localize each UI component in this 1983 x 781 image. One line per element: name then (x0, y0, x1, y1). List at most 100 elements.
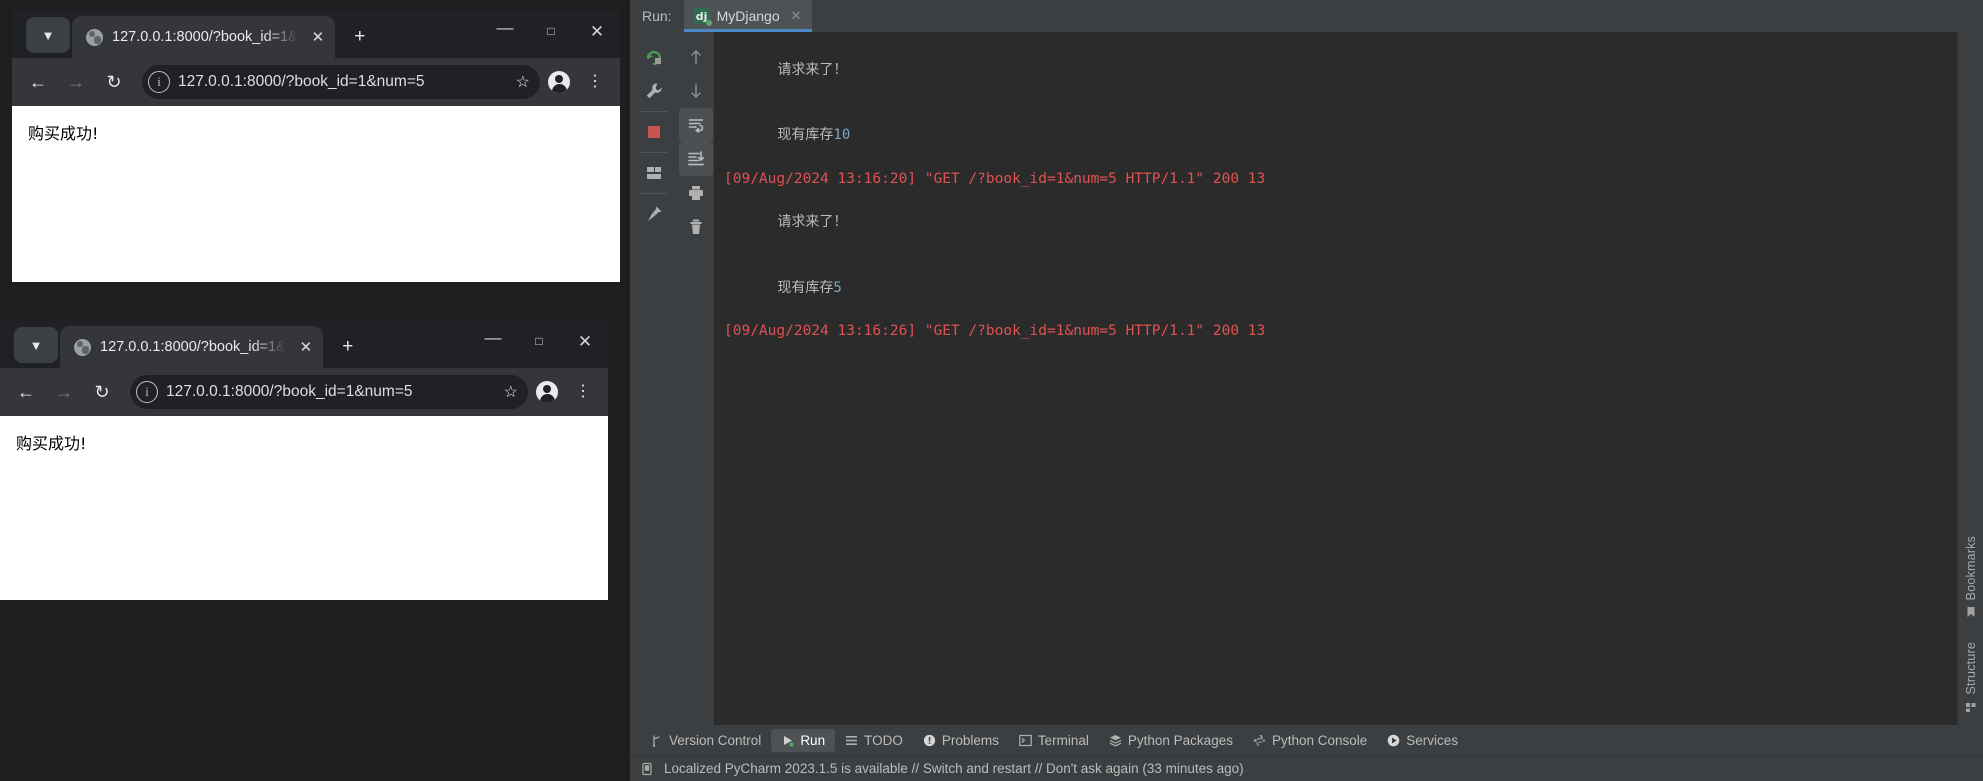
tool-tab-label: Problems (941, 732, 999, 748)
reload-button[interactable]: ↻ (96, 64, 132, 100)
close-window-button[interactable]: ✕ (574, 23, 620, 40)
console-line: [09/Aug/2024 13:16:20] "GET /?book_id=1&… (724, 170, 1266, 187)
pin-icon[interactable] (637, 197, 671, 231)
terminal-icon (1019, 734, 1032, 747)
python-icon (1253, 734, 1266, 747)
warning-icon (923, 734, 936, 747)
url-text: 127.0.0.1:8000/?book_id=1&num=5 (178, 73, 425, 90)
address-bar[interactable]: i 127.0.0.1:8000/?book_id=1&num=5 ☆ (130, 375, 528, 409)
stop-icon[interactable] (637, 115, 671, 149)
avatar-icon (536, 381, 558, 403)
bookmark-star-icon[interactable]: ☆ (504, 382, 518, 402)
profile-button[interactable] (542, 65, 576, 99)
page-content: 购买成功! (12, 106, 620, 282)
tool-button-structure[interactable]: Structure (1964, 630, 1978, 725)
new-tab-button[interactable]: + (343, 20, 377, 54)
url-text: 127.0.0.1:8000/?book_id=1&num=5 (166, 383, 413, 400)
wrench-icon[interactable] (637, 74, 671, 108)
toolbar-separator (640, 193, 668, 194)
structure-icon (1965, 701, 1977, 713)
browser-tab[interactable]: 127.0.0.1:8000/?book_id=1& ✕ (60, 326, 323, 368)
tool-tab-terminal[interactable]: Terminal (1009, 729, 1099, 752)
close-tab-icon[interactable]: ✕ (307, 26, 329, 48)
browser-tab-title: 127.0.0.1:8000/?book_id=1& (100, 339, 286, 355)
tool-tab-run[interactable]: Run (771, 728, 836, 752)
globe-icon (74, 338, 91, 356)
arrow-up-icon[interactable] (679, 40, 713, 74)
packages-icon (1109, 734, 1122, 747)
layout-icon[interactable] (637, 156, 671, 190)
browser-toolbar: ← → ↻ i 127.0.0.1:8000/?book_id=1&num=5 … (0, 368, 608, 416)
tool-tab-todo[interactable]: TODO (835, 729, 913, 752)
console-output[interactable]: 请求来了！ 现有库存10 [09/Aug/2024 13:16:20] "GET… (714, 32, 1957, 725)
address-bar[interactable]: i 127.0.0.1:8000/?book_id=1&num=5 ☆ (142, 65, 540, 99)
run-toolbar-secondary (678, 32, 714, 725)
close-window-button[interactable]: ✕ (562, 333, 608, 350)
rerun-icon[interactable] (637, 40, 671, 74)
trash-icon[interactable] (679, 210, 713, 244)
tool-button-label: Bookmarks (1963, 536, 1978, 601)
maximize-button[interactable]: □ (516, 335, 562, 347)
browser-menu-button[interactable]: ⋮ (578, 65, 612, 99)
site-info-icon[interactable]: i (136, 381, 158, 403)
play-icon (781, 734, 794, 747)
django-icon: dj (693, 8, 712, 26)
tool-tab-label: Version Control (669, 732, 762, 748)
forward-button[interactable]: → (46, 374, 82, 410)
console-line: 请求来了！ (724, 38, 1957, 103)
notification-icon[interactable] (640, 762, 654, 776)
status-message[interactable]: Localized PyCharm 2023.1.5 is available … (664, 761, 1244, 776)
site-info-icon[interactable]: i (148, 71, 170, 93)
scroll-to-end-icon[interactable] (679, 142, 713, 176)
run-tool-window-header: Run: dj MyDjango ✕ (630, 0, 1983, 32)
branch-icon (650, 734, 663, 747)
pycharm-window: Run: dj MyDjango ✕ 请求来了！ 现有库存10 [09/Aug/… (630, 0, 1983, 781)
arrow-down-icon[interactable] (679, 74, 713, 108)
page-message: 购买成功! (28, 124, 99, 143)
print-icon[interactable] (679, 176, 713, 210)
tool-tab-label: Python Packages (1127, 732, 1233, 748)
profile-button[interactable] (530, 375, 564, 409)
reload-button[interactable]: ↻ (84, 374, 120, 410)
minimize-button[interactable]: — (482, 19, 528, 36)
back-button[interactable]: ← (20, 64, 56, 100)
run-configuration-tab[interactable]: dj MyDjango ✕ (683, 0, 812, 32)
chevron-down-icon: ▼ (29, 337, 43, 353)
close-icon[interactable]: ✕ (791, 8, 802, 24)
kebab-menu-icon: ⋮ (575, 383, 591, 400)
forward-button[interactable]: → (58, 64, 94, 100)
browser-window-2: ▼ 127.0.0.1:8000/?book_id=1& ✕ + — □ ✕ ←… (0, 320, 608, 600)
tool-tab-label: TODO (864, 732, 903, 748)
tool-tab-label: Terminal (1037, 732, 1089, 748)
page-message: 购买成功! (16, 434, 87, 453)
tab-strip: ▼ 127.0.0.1:8000/?book_id=1& ✕ + — □ ✕ (12, 10, 620, 58)
console-line-number: 5 (833, 279, 842, 296)
browser-tab[interactable]: 127.0.0.1:8000/?book_id=1& ✕ (72, 16, 335, 58)
bookmark-star-icon[interactable]: ☆ (516, 72, 530, 92)
back-button[interactable]: ← (8, 374, 44, 410)
tool-button-label: Structure (1963, 642, 1978, 695)
tool-tab-python-console[interactable]: Python Console (1243, 729, 1377, 752)
tool-tab-problems[interactable]: Problems (913, 729, 1009, 752)
services-icon (1387, 734, 1400, 747)
close-tab-icon[interactable]: ✕ (295, 336, 317, 358)
soft-wrap-icon[interactable] (679, 108, 713, 142)
right-tool-rail: Bookmarks Structure (1957, 32, 1983, 725)
browser-menu-button[interactable]: ⋮ (566, 375, 600, 409)
tool-tab-services[interactable]: Services (1377, 729, 1468, 752)
tool-button-bookmarks[interactable]: Bookmarks (1964, 524, 1978, 630)
console-line: 请求来了！ (724, 191, 1957, 256)
tab-search-button[interactable]: ▼ (26, 17, 70, 53)
maximize-button[interactable]: □ (528, 25, 574, 37)
minimize-button[interactable]: — (470, 329, 516, 346)
tool-tab-label: Python Console (1271, 732, 1368, 748)
tool-tab-version-control[interactable]: Version Control (640, 729, 771, 752)
browser-window-1: ▼ 127.0.0.1:8000/?book_id=1& ✕ + — □ ✕ ←… (12, 10, 620, 282)
tab-strip: ▼ 127.0.0.1:8000/?book_id=1& ✕ + — □ ✕ (0, 320, 608, 368)
globe-icon (86, 28, 103, 46)
tool-tab-python-packages[interactable]: Python Packages (1099, 729, 1243, 752)
new-tab-button[interactable]: + (331, 330, 365, 364)
run-label: Run: (642, 8, 672, 24)
tab-search-button[interactable]: ▼ (14, 327, 58, 363)
bookmark-icon (1965, 606, 1977, 618)
